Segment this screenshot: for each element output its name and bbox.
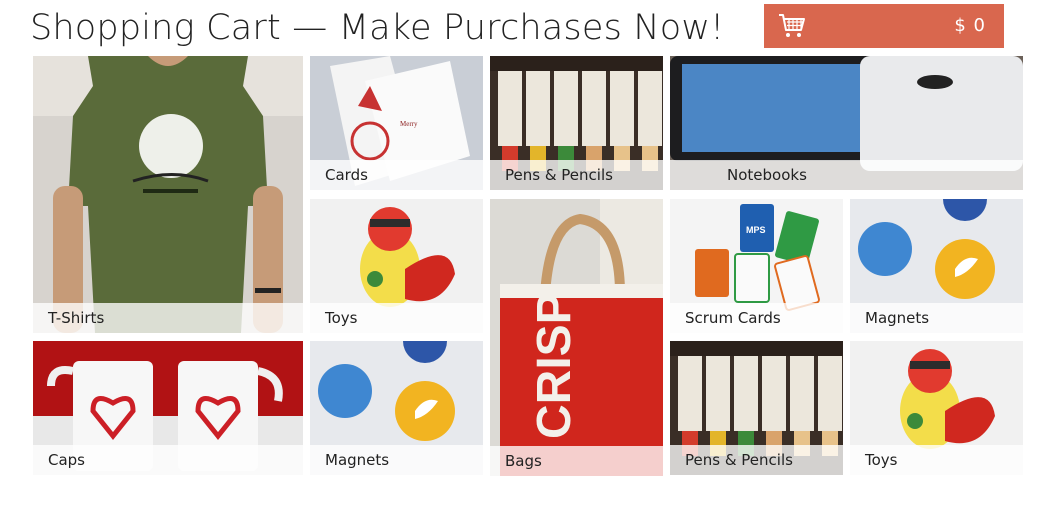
- cart-button[interactable]: $ 0: [764, 4, 1004, 48]
- tile-label: Notebooks: [727, 166, 807, 184]
- tile-label: Caps: [48, 451, 86, 469]
- tile-pens-pencils-2[interactable]: Pens & Pencils: [670, 341, 843, 475]
- tile-label: Toys: [325, 309, 358, 327]
- tile-t-shirts[interactable]: T-Shirts: [33, 56, 303, 333]
- bag-image: CRISP: [490, 199, 663, 476]
- tile-label: Magnets: [865, 309, 930, 327]
- tile-magnets[interactable]: Magnets: [850, 199, 1023, 333]
- card-print-text: MPS: [746, 225, 766, 235]
- svg-text:Merry: Merry: [400, 120, 418, 128]
- cart-total: $ 0: [954, 15, 986, 36]
- tile-toys[interactable]: Toys: [310, 199, 483, 333]
- tile-label: Toys: [865, 451, 898, 469]
- bag-print-text: CRISP: [528, 292, 581, 439]
- tile-scrum-cards[interactable]: MPS Scrum Cards: [670, 199, 843, 333]
- shopping-cart-icon: [779, 14, 805, 37]
- tile-label: Pens & Pencils: [685, 451, 793, 469]
- page-title: Shopping Cart — Make Purchases Now!: [30, 8, 725, 48]
- tile-cards[interactable]: Merry Cards: [310, 56, 483, 190]
- tile-toys-2[interactable]: Toys: [850, 341, 1023, 475]
- tile-label: Pens & Pencils: [505, 166, 613, 184]
- tile-caps[interactable]: Caps: [33, 341, 303, 475]
- tile-label: Magnets: [325, 451, 390, 469]
- tile-label: Bags: [505, 452, 542, 470]
- tile-label: Cards: [325, 166, 368, 184]
- tile-label: Scrum Cards: [685, 309, 781, 327]
- t-shirt-image: [33, 56, 303, 333]
- tile-label: T-Shirts: [48, 309, 105, 327]
- tile-magnets-2[interactable]: Magnets: [310, 341, 483, 475]
- tile-notebooks[interactable]: Notebooks: [670, 56, 1023, 190]
- tile-pens-pencils[interactable]: Pens & Pencils: [490, 56, 663, 190]
- tile-bags[interactable]: CRISP Bags: [490, 199, 663, 476]
